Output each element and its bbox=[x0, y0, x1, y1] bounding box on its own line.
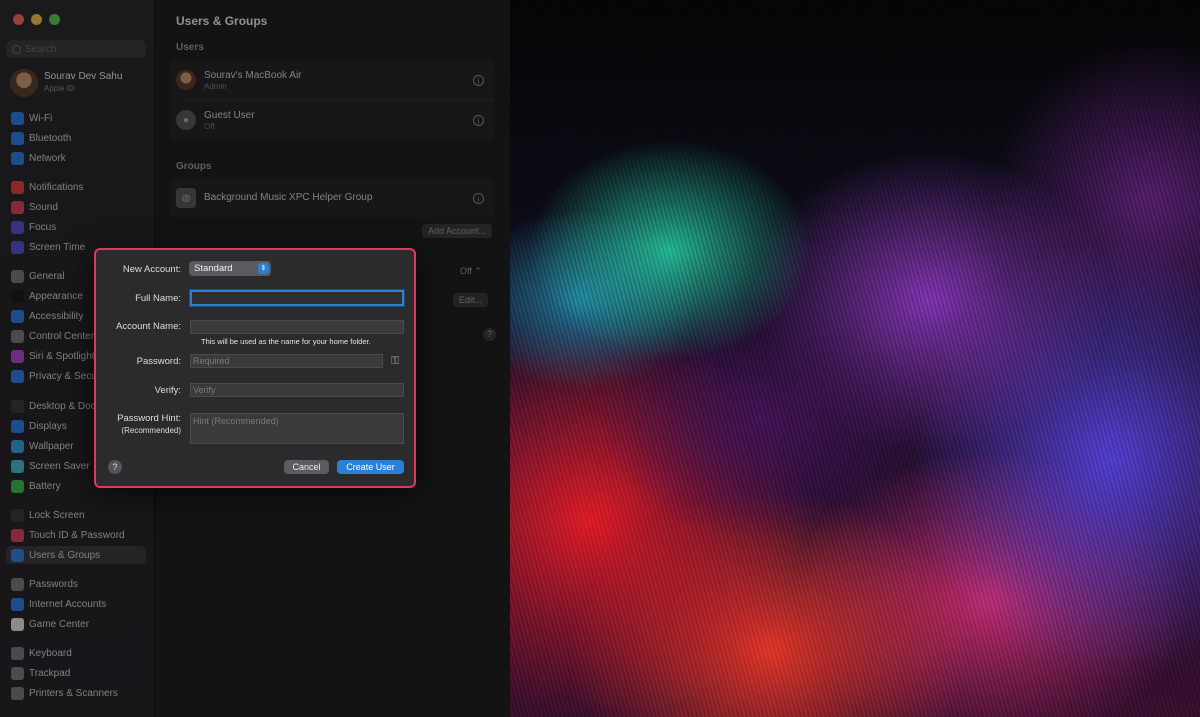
help-button[interactable]: ? bbox=[108, 460, 122, 474]
password-field[interactable]: Required bbox=[190, 354, 383, 368]
create-user-button[interactable]: Create User bbox=[337, 460, 404, 474]
full-name-field[interactable] bbox=[190, 290, 404, 306]
password-label: Password: bbox=[136, 356, 181, 367]
verify-label: Verify: bbox=[154, 385, 181, 396]
account-type-value: Standard bbox=[194, 263, 233, 274]
verify-field[interactable]: Verify bbox=[190, 383, 404, 397]
password-hint-field[interactable]: Hint (Recommended) bbox=[190, 413, 404, 444]
password-hint-label: Password Hint: bbox=[117, 413, 181, 424]
cancel-button[interactable]: Cancel bbox=[284, 460, 329, 474]
account-name-note: This will be used as the name for your h… bbox=[201, 337, 371, 346]
new-account-dialog: New Account: Standard ⇕ Full Name: Accou… bbox=[94, 248, 416, 488]
chevron-up-down-icon: ⇕ bbox=[258, 263, 269, 274]
account-name-label: Account Name: bbox=[116, 321, 181, 332]
account-name-field[interactable] bbox=[190, 320, 404, 334]
key-icon[interactable]: ⚿ bbox=[391, 355, 399, 368]
account-type-select[interactable]: Standard ⇕ bbox=[189, 261, 271, 276]
new-account-label: New Account: bbox=[122, 264, 181, 275]
desktop-wallpaper bbox=[510, 0, 1200, 717]
password-hint-sublabel: (Recommended) bbox=[121, 426, 181, 435]
full-name-label: Full Name: bbox=[135, 293, 181, 304]
